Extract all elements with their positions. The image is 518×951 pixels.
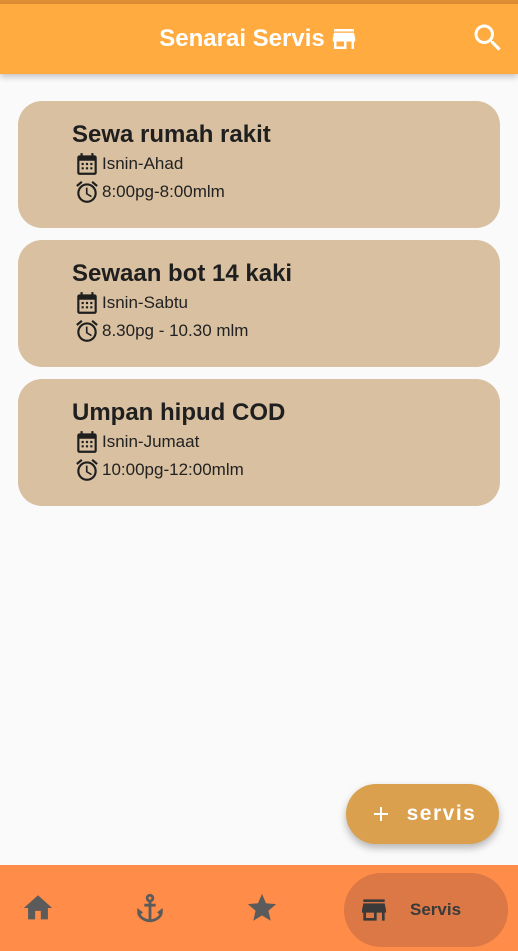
- nav-home[interactable]: [18, 865, 58, 951]
- service-days-row: Isnin-Jumaat: [74, 429, 199, 455]
- page-title: Senarai Servis: [159, 24, 358, 54]
- service-hours-row: 8:00pg-8:00mlm: [74, 179, 225, 205]
- home-icon: [23, 895, 53, 920]
- add-service-button[interactable]: servis: [346, 784, 499, 844]
- search-button[interactable]: [468, 18, 508, 58]
- search-icon: [474, 24, 501, 51]
- calendar-icon: [77, 431, 97, 453]
- add-service-label: servis: [406, 802, 477, 825]
- store-icon: [332, 29, 355, 49]
- service-days: Isnin-Jumaat: [102, 432, 200, 451]
- alarm-clock-icon: [76, 459, 98, 481]
- anchor-icon: [137, 893, 163, 923]
- app-bar: Senarai Servis: [0, 4, 518, 74]
- service-card[interactable]: Umpan hipud COD Isnin-Jumaat 10:00pg-12:…: [18, 379, 500, 506]
- service-name: Umpan hipud COD: [72, 399, 286, 426]
- service-card[interactable]: Sewa rumah rakit Isnin-Ahad 8:00pg-8:00m…: [18, 101, 500, 228]
- bottom-navigation: Servis: [0, 865, 518, 951]
- star-icon: [247, 893, 277, 921]
- nav-servis-label: Servis: [410, 900, 462, 919]
- store-icon: [362, 899, 386, 921]
- nav-servis[interactable]: Servis: [344, 873, 508, 947]
- service-name: Sewaan bot 14 kaki: [72, 260, 293, 287]
- service-hours: 8:00pg-8:00mlm: [102, 182, 225, 201]
- service-days-row: Isnin-Ahad: [74, 151, 183, 177]
- service-hours: 10:00pg-12:00mlm: [102, 460, 244, 479]
- calendar-icon: [77, 292, 97, 314]
- page-title-text: Senarai Servis: [159, 25, 325, 52]
- service-hours-row: 8.30pg - 10.30 mlm: [74, 318, 248, 344]
- service-card[interactable]: Sewaan bot 14 kaki Isnin-Sabtu 8.30pg - …: [18, 240, 500, 367]
- service-days: Isnin-Sabtu: [102, 293, 188, 312]
- calendar-icon: [77, 153, 97, 175]
- service-days: Isnin-Ahad: [102, 154, 184, 173]
- service-hours-row: 10:00pg-12:00mlm: [74, 457, 244, 483]
- nav-anchor[interactable]: [130, 865, 170, 951]
- service-hours: 8.30pg - 10.30 mlm: [102, 321, 249, 340]
- plus-icon: [373, 807, 388, 821]
- alarm-clock-icon: [76, 320, 98, 342]
- service-name: Sewa rumah rakit: [72, 121, 271, 148]
- alarm-clock-icon: [76, 181, 98, 203]
- nav-favourites[interactable]: [242, 865, 282, 951]
- service-list: Sewa rumah rakit Isnin-Ahad 8:00pg-8:00m…: [18, 101, 500, 518]
- service-days-row: Isnin-Sabtu: [74, 290, 188, 316]
